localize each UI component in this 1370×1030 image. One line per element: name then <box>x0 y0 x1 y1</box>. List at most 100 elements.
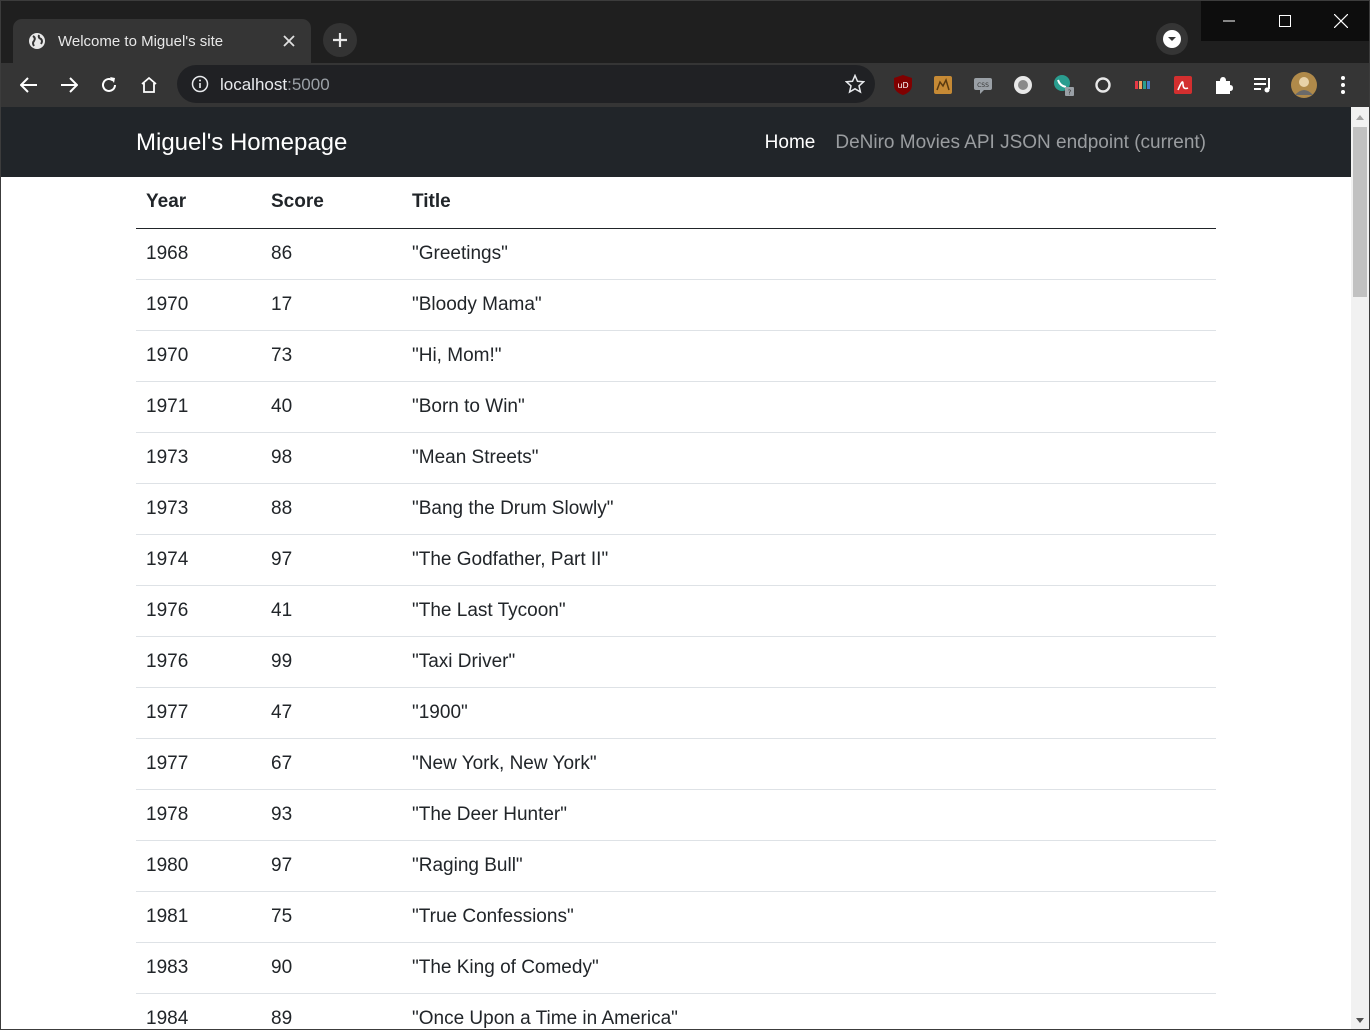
cell-score: 41 <box>261 585 402 637</box>
minimize-button[interactable] <box>1201 1 1257 41</box>
cell-score: 89 <box>261 993 402 1029</box>
maximize-button[interactable] <box>1257 1 1313 41</box>
cell-title: "Once Upon a Time in America" <box>402 993 1216 1029</box>
cell-title: "Bang the Drum Slowly" <box>402 483 1216 535</box>
address-bar[interactable]: localhost:5000 <box>177 65 875 103</box>
phone-icon[interactable]: ? <box>1051 73 1075 97</box>
table-row: 1973 98 "Mean Streets" <box>136 432 1216 484</box>
css-icon[interactable]: CSS <box>971 73 995 97</box>
cell-title: "Raging Bull" <box>402 840 1216 892</box>
table-row: 1981 75 "True Confessions" <box>136 891 1216 943</box>
scroll-thumb[interactable] <box>1353 127 1367 297</box>
browser-toolbar: localhost:5000 uD CSS ? <box>1 63 1369 107</box>
cell-year: 1984 <box>136 993 261 1029</box>
cell-score: 93 <box>261 789 402 841</box>
cell-score: 97 <box>261 534 402 586</box>
table-row: 1977 47 "1900" <box>136 687 1216 739</box>
table-row: 1978 93 "The Deer Hunter" <box>136 789 1216 841</box>
cell-score: 86 <box>261 228 402 280</box>
close-tab-icon[interactable] <box>279 31 299 51</box>
close-window-button[interactable] <box>1313 1 1369 41</box>
table-body: 1968 86 "Greetings" 1970 17 "Bloody Mama" 1970… <box>136 228 1216 1029</box>
cell-score: 67 <box>261 738 402 790</box>
circle-icon[interactable] <box>1091 73 1115 97</box>
cell-title: "Born to Win" <box>402 381 1216 433</box>
camel-icon[interactable] <box>931 73 955 97</box>
rainbow-icon[interactable] <box>1131 73 1155 97</box>
url-host: localhost <box>220 75 288 94</box>
cell-year: 1976 <box>136 636 261 688</box>
record-icon[interactable] <box>1011 73 1035 97</box>
avatar[interactable] <box>1290 71 1318 99</box>
url-port: :5000 <box>287 75 330 94</box>
scroll-down-arrow-icon[interactable] <box>1351 1011 1369 1029</box>
cell-title: "The Deer Hunter" <box>402 789 1216 841</box>
cell-year: 1971 <box>136 381 261 433</box>
reload-icon <box>102 77 116 92</box>
cell-title: "True Confessions" <box>402 891 1216 943</box>
cell-year: 1977 <box>136 687 261 739</box>
home-button[interactable] <box>133 69 165 101</box>
cell-year: 1970 <box>136 279 261 331</box>
cell-year: 1976 <box>136 585 261 637</box>
tab-strip: Welcome to Miguel's site <box>1 1 1369 63</box>
vertical-scrollbar[interactable] <box>1351 107 1369 1029</box>
cell-title: "Greetings" <box>402 228 1216 280</box>
cell-year: 1978 <box>136 789 261 841</box>
page-viewport: Miguel's Homepage Home DeNiro Movies API… <box>1 107 1351 1029</box>
site-brand[interactable]: Miguel's Homepage <box>136 129 347 157</box>
header-score: Score <box>261 177 402 229</box>
pdf-icon[interactable] <box>1171 73 1195 97</box>
svg-text:CSS: CSS <box>977 82 989 89</box>
info-icon[interactable] <box>191 75 209 93</box>
nav-link-api[interactable]: DeNiro Movies API JSON endpoint (current… <box>835 132 1206 154</box>
table-row: 1968 86 "Greetings" <box>136 228 1216 280</box>
cell-score: 17 <box>261 279 402 331</box>
forward-button[interactable] <box>53 69 85 101</box>
cell-year: 1981 <box>136 891 261 943</box>
cell-year: 1973 <box>136 483 261 535</box>
puzzle-icon[interactable] <box>1211 73 1235 97</box>
scroll-up-arrow-icon[interactable] <box>1351 107 1369 127</box>
tab-search-button[interactable] <box>1156 23 1188 55</box>
cell-title: "Hi, Mom!" <box>402 330 1216 382</box>
svg-text:uD: uD <box>897 81 908 90</box>
table-row: 1983 90 "The King of Comedy" <box>136 942 1216 994</box>
site-nav-links: Home DeNiro Movies API JSON endpoint (cu… <box>765 132 1206 154</box>
header-title: Title <box>402 177 1216 229</box>
cell-score: 47 <box>261 687 402 739</box>
maximize-icon <box>1279 15 1291 27</box>
close-icon <box>1334 14 1348 28</box>
cell-score: 90 <box>261 942 402 994</box>
table-row: 1973 88 "Bang the Drum Slowly" <box>136 483 1216 535</box>
svg-text:?: ? <box>1068 89 1072 97</box>
menu-dots-icon[interactable] <box>1331 73 1355 97</box>
arrow-right-icon <box>61 77 78 93</box>
cell-title: "New York, New York" <box>402 738 1216 790</box>
new-tab-button[interactable] <box>323 23 357 57</box>
back-button[interactable] <box>13 69 45 101</box>
ublock-icon[interactable]: uD <box>891 73 915 97</box>
window-controls <box>1201 1 1369 41</box>
reload-button[interactable] <box>93 69 125 101</box>
cell-score: 40 <box>261 381 402 433</box>
table-row: 1984 89 "Once Upon a Time in America" <box>136 993 1216 1029</box>
tab-active[interactable]: Welcome to Miguel's site <box>13 19 311 63</box>
cell-score: 99 <box>261 636 402 688</box>
header-year: Year <box>136 177 261 229</box>
chevron-down-icon <box>1163 30 1181 48</box>
cell-year: 1980 <box>136 840 261 892</box>
minimize-icon <box>1223 20 1235 22</box>
media-icon[interactable] <box>1251 73 1275 97</box>
cell-title: "The Last Tycoon" <box>402 585 1216 637</box>
bookmark-star-icon[interactable] <box>844 73 866 94</box>
tab-title: Welcome to Miguel's site <box>58 32 224 50</box>
cell-year: 1983 <box>136 942 261 994</box>
cell-title: "Mean Streets" <box>402 432 1216 484</box>
cell-year: 1973 <box>136 432 261 484</box>
browser-window: Welcome to Miguel's site localhost:5000 … <box>0 0 1370 1030</box>
cell-title: "Bloody Mama" <box>402 279 1216 331</box>
arrow-left-icon <box>20 77 37 93</box>
nav-link-home[interactable]: Home <box>765 132 816 154</box>
table-row: 1976 41 "The Last Tycoon" <box>136 585 1216 637</box>
